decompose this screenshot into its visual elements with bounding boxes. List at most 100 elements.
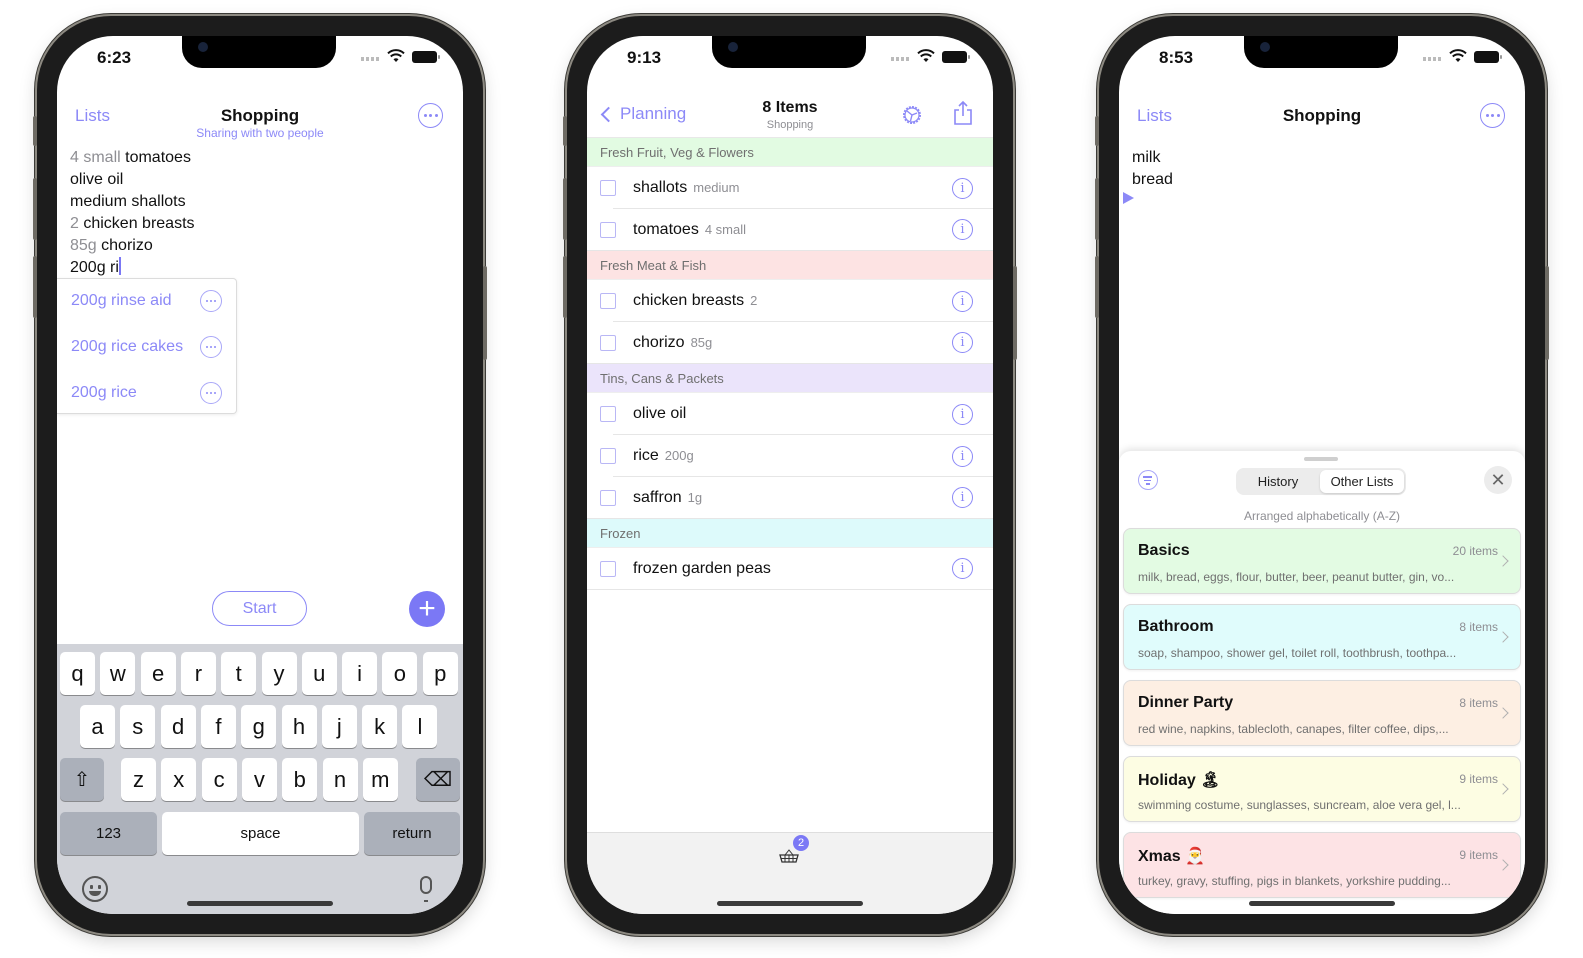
item-list: Fresh Fruit, Veg & Flowers shallots medium… (587, 138, 993, 590)
checkbox[interactable] (600, 293, 616, 309)
home-indicator (187, 901, 333, 906)
key-u[interactable]: u (301, 652, 337, 695)
item-name-wrap: rice 200g (633, 447, 694, 465)
item-quantity: 2 (750, 293, 758, 308)
info-icon[interactable]: i (952, 445, 973, 467)
key-y[interactable]: y (261, 652, 297, 695)
basket-icon[interactable] (779, 849, 799, 863)
filter-icon[interactable] (1138, 470, 1158, 490)
numbers-key[interactable]: 123 (60, 812, 157, 855)
keyboard-row-3: ⇧ zxcvbnm ⌫ (57, 758, 463, 801)
item-quantity: medium (693, 180, 740, 195)
item-row[interactable]: chicken breasts 2 i (587, 280, 993, 322)
editor-line: bread (1132, 171, 1173, 188)
list-card[interactable]: Holiday 🏝 9 items swimming costume, sungla… (1123, 756, 1521, 822)
item-row[interactable]: rice 200g i (587, 435, 993, 477)
power-button (1013, 266, 1017, 360)
key-v[interactable]: v (241, 758, 277, 801)
return-key[interactable]: return (364, 812, 460, 855)
delete-key[interactable]: ⌫ (416, 758, 460, 801)
suggestion-more-icon[interactable] (200, 290, 222, 312)
nav-title: Shopping (220, 106, 300, 125)
suggestion-item[interactable]: 200g rice (71, 378, 222, 408)
key-l[interactable]: l (402, 705, 438, 748)
nav-subtitle: Shopping (766, 119, 814, 131)
list-card[interactable]: Dinner Party 8 items red wine, napkins, ta… (1123, 680, 1521, 746)
segment-history[interactable]: History (1238, 470, 1318, 493)
item-name: frozen garden peas (633, 559, 771, 577)
info-icon[interactable]: i (952, 403, 973, 425)
key-x[interactable]: x (161, 758, 197, 801)
key-t[interactable]: t (221, 652, 257, 695)
key-m[interactable]: m (362, 758, 398, 801)
item-row[interactable]: chorizo 85g i (587, 322, 993, 364)
start-button[interactable]: Start (212, 591, 307, 626)
list-text-editor[interactable]: milk bread (1132, 147, 1173, 191)
editor-line: 4 small tomatoes (70, 147, 195, 169)
info-icon[interactable]: i (952, 558, 973, 579)
key-z[interactable]: z (121, 758, 156, 801)
info-icon[interactable]: i (952, 290, 973, 312)
checkbox[interactable] (600, 560, 616, 577)
info-icon[interactable]: i (952, 177, 973, 199)
item-row[interactable]: frozen garden peas i (587, 548, 993, 590)
checkbox[interactable] (600, 489, 616, 506)
item-name: olive oil (633, 405, 687, 422)
list-card[interactable]: Basics 20 items milk, bread, eggs, flour, … (1123, 528, 1521, 594)
add-button[interactable]: + (409, 591, 445, 627)
key-g[interactable]: g (241, 705, 277, 748)
key-f[interactable]: f (200, 705, 236, 748)
list-title: Basics (1138, 542, 1190, 559)
sort-caption: Arranged alphabetically (A-Z) (1243, 509, 1401, 523)
item-row[interactable]: saffron 1g i (587, 477, 993, 519)
key-o[interactable]: o (382, 652, 418, 695)
key-w[interactable]: w (100, 652, 136, 695)
list-card[interactable]: Bathroom 8 items soap, shampoo, shower gel… (1123, 604, 1521, 670)
key-n[interactable]: n (322, 758, 358, 801)
section-header: Fresh Fruit, Veg & Flowers (587, 138, 993, 167)
key-p[interactable]: p (422, 652, 458, 695)
key-h[interactable]: h (281, 705, 317, 748)
key-r[interactable]: r (180, 652, 216, 695)
key-c[interactable]: c (201, 758, 237, 801)
item-row[interactable]: tomatoes 4 small i (587, 209, 993, 251)
info-icon[interactable]: i (952, 219, 973, 240)
space-key[interactable]: space (162, 812, 359, 855)
key-k[interactable]: k (362, 705, 398, 748)
more-button[interactable] (418, 103, 443, 128)
checkbox[interactable] (600, 334, 616, 351)
list-card[interactable]: Xmas 🎅 9 items turkey, gravy, stuffing, pi… (1123, 832, 1521, 898)
close-button[interactable]: ✕ (1484, 466, 1512, 494)
key-q[interactable]: q (60, 652, 95, 695)
key-a[interactable]: a (80, 705, 115, 748)
volume-up-button (563, 178, 567, 240)
emoji-icon[interactable] (82, 876, 108, 902)
share-icon[interactable] (953, 100, 973, 126)
dot-icon (1496, 114, 1500, 117)
key-s[interactable]: s (120, 705, 156, 748)
suggestion-more-icon[interactable] (200, 336, 222, 358)
sharing-subtitle[interactable]: Sharing with two people (57, 126, 463, 140)
microphone-icon[interactable] (420, 876, 432, 902)
key-j[interactable]: j (321, 705, 357, 748)
suggestion-item[interactable]: 200g rice cakes (71, 332, 222, 362)
key-d[interactable]: d (160, 705, 196, 748)
sheet-grabber[interactable] (1304, 457, 1338, 461)
suggestion-item[interactable]: 200g rinse aid (71, 286, 222, 316)
checkbox[interactable] (600, 221, 616, 238)
info-icon[interactable]: i (952, 487, 973, 508)
segment-other-lists[interactable]: Other Lists (1320, 470, 1404, 493)
checkbox[interactable] (600, 406, 616, 422)
checkbox[interactable] (600, 180, 616, 196)
info-icon[interactable]: i (952, 332, 973, 353)
key-b[interactable]: b (282, 758, 318, 801)
suggestion-more-icon[interactable] (200, 382, 222, 404)
gear-icon[interactable] (901, 104, 923, 126)
key-e[interactable]: e (140, 652, 176, 695)
more-button[interactable] (1480, 103, 1505, 128)
checkbox[interactable] (600, 448, 616, 464)
item-row[interactable]: shallots medium i (587, 167, 993, 209)
item-row[interactable]: olive oil i (587, 393, 993, 435)
list-text-editor[interactable]: 4 small tomatoes olive oil medium shallo… (70, 147, 195, 279)
key-i[interactable]: i (342, 652, 378, 695)
